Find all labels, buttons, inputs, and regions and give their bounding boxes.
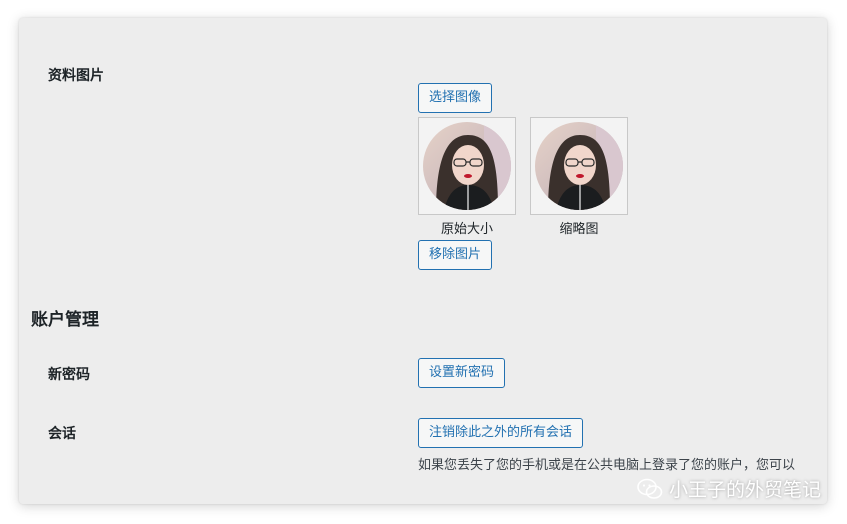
avatar — [423, 122, 511, 210]
logout-other-sessions-button[interactable]: 注销除此之外的所有会话 — [418, 418, 584, 448]
avatar-original-size — [418, 117, 516, 215]
choose-image-button[interactable]: 选择图像 — [418, 83, 493, 113]
remove-image-button[interactable]: 移除图片 — [418, 240, 493, 270]
avatar-thumbnail — [530, 117, 628, 215]
set-new-password-button[interactable]: 设置新密码 — [418, 358, 506, 388]
new-password-label: 新密码 — [48, 367, 90, 383]
caption-thumbnail: 缩略图 — [559, 222, 599, 237]
wechat-icon — [637, 478, 663, 499]
caption-original-size: 原始大小 — [440, 222, 493, 237]
profile-settings-panel: 资料图片 选择图像 原始大小 缩略图 移除图片 账户管理 新密码 设置新密码 会… — [19, 18, 827, 504]
watermark-text: 小王子的外贸笔记 — [668, 479, 821, 501]
watermark: 小王子的外贸笔记 — [637, 475, 821, 502]
account-management-heading: 账户管理 — [31, 310, 99, 330]
sessions-label: 会话 — [48, 426, 76, 442]
avatar — [535, 122, 623, 210]
profile-picture-label: 资料图片 — [48, 68, 104, 84]
sessions-description: 如果您丢失了您的手机或是在公共电脑上登录了您的账户，您可以 — [418, 458, 796, 473]
